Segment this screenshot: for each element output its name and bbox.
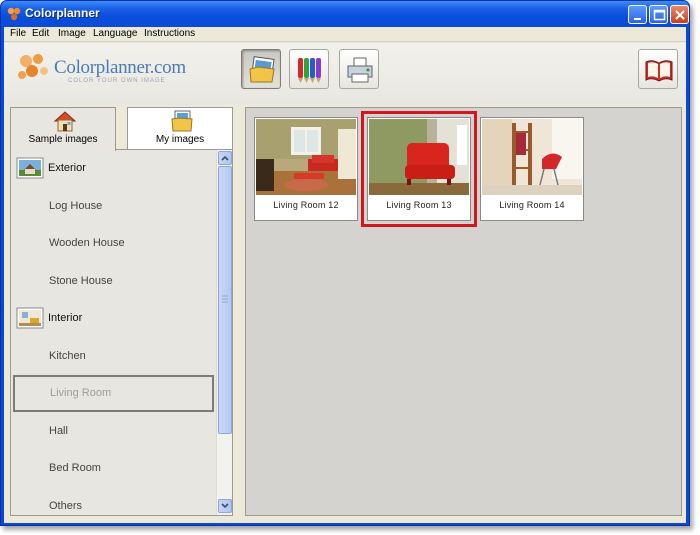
list-item-wooden-house[interactable]: Wooden House (11, 225, 215, 262)
menu-bar: File Edit Image Language Instructions (4, 27, 686, 42)
minimize-icon (634, 18, 641, 20)
open-images-button[interactable] (241, 49, 281, 89)
maximize-button[interactable] (649, 5, 668, 24)
category-scrollbar[interactable] (216, 150, 232, 515)
list-item-log-house[interactable]: Log House (11, 188, 215, 225)
menu-file[interactable]: File (10, 28, 26, 39)
menu-instructions[interactable]: Instructions (144, 28, 195, 39)
colorplanner-logo-icon (7, 7, 21, 21)
category-label: Exterior (48, 162, 86, 174)
tab-sample-images-label: Sample images (28, 134, 98, 145)
category-label: Kitchen (49, 350, 86, 362)
window-title: Colorplanner (25, 6, 100, 20)
color-pencils-icon (298, 58, 321, 83)
thumbnail-living-room-12[interactable]: Living Room 12 (254, 117, 358, 221)
menu-language[interactable]: Language (93, 28, 138, 39)
list-item-bed-room[interactable]: Bed Room (11, 450, 215, 487)
maximize-icon (653, 9, 666, 21)
title-bar[interactable]: Colorplanner (1, 1, 689, 27)
thumbnail-living-room-14[interactable]: Living Room 14 (480, 117, 584, 221)
category-label: Wooden House (49, 237, 125, 249)
thumbnail-label: Living Room 12 (273, 200, 339, 210)
open-images-icon (249, 56, 275, 83)
category-label: Stone House (49, 275, 113, 287)
list-item-hall[interactable]: Hall (11, 413, 215, 450)
tab-my-images[interactable]: My images (127, 107, 233, 149)
brand-tagline: COLOR YOUR OWN IMAGE (68, 78, 166, 84)
scroll-down-button[interactable] (218, 499, 232, 513)
scroll-thumb[interactable] (218, 166, 232, 434)
chevron-down-icon (221, 503, 229, 509)
close-button[interactable] (670, 5, 689, 24)
thumbnail-living-room-13[interactable]: Living Room 13 (361, 111, 477, 227)
house-icon (53, 111, 77, 132)
client-area: File Edit Image Language Instructions Co… (4, 27, 686, 523)
category-label: Living Room (50, 387, 112, 399)
chevron-up-icon (221, 155, 229, 161)
color-pencils-button[interactable] (289, 49, 329, 89)
list-item-exterior[interactable]: Exterior (11, 150, 215, 187)
category-label: Interior (48, 312, 83, 324)
category-label: Others (49, 500, 83, 512)
instructions-book-button[interactable] (638, 49, 678, 89)
category-label: Bed Room (49, 462, 101, 474)
living-room-12-photo (256, 119, 356, 195)
house-photo-icon (16, 157, 44, 179)
minimize-button[interactable] (628, 5, 647, 24)
list-item-stone-house[interactable]: Stone House (11, 263, 215, 300)
grip-icon (222, 295, 228, 303)
category-panel: Sample images My images Exterior Log Hou… (10, 107, 233, 516)
tab-my-images-label: My images (155, 134, 205, 145)
category-label: Log House (49, 200, 103, 212)
print-button[interactable] (339, 49, 379, 89)
tab-sample-images[interactable]: Sample images (10, 107, 116, 151)
folder-image-icon (171, 110, 193, 132)
brand-logo-icon (18, 54, 48, 79)
category-list[interactable]: Exterior Log House Wooden House Stone Ho… (10, 149, 233, 516)
list-item-living-room[interactable]: Living Room (13, 375, 214, 412)
scroll-up-button[interactable] (218, 151, 232, 165)
list-item-kitchen[interactable]: Kitchen (11, 338, 215, 375)
list-item-interior[interactable]: Interior (11, 300, 215, 337)
category-label: Hall (49, 425, 68, 437)
menu-image[interactable]: Image (58, 28, 86, 39)
thumbnail-label: Living Room 13 (386, 200, 452, 210)
list-item-others[interactable]: Others (11, 488, 215, 515)
menu-edit[interactable]: Edit (32, 28, 49, 39)
room-photo-icon (16, 307, 44, 329)
printer-icon (347, 57, 373, 83)
image-gallery: Living Room 12 Living Room 13 Living Roo… (245, 107, 682, 516)
close-icon (675, 10, 685, 20)
brand-name: Colorplanner.com (54, 57, 186, 78)
thumbnail-label: Living Room 14 (499, 200, 565, 210)
living-room-14-photo (482, 119, 582, 195)
living-room-13-photo (369, 119, 469, 195)
app-window: Colorplanner File Edit Image Language In… (0, 0, 690, 526)
book-icon (645, 60, 673, 82)
toolbar: Colorplanner.com COLOR YOUR OWN IMAGE (4, 43, 686, 105)
